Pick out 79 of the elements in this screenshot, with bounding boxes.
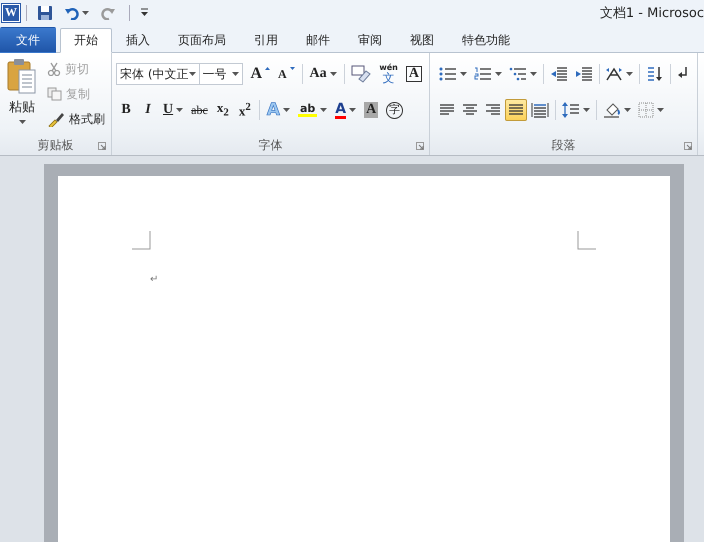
- border-grid-icon: [638, 102, 654, 118]
- paint-bucket-icon: [603, 102, 621, 118]
- eraser-icon: [351, 65, 372, 83]
- align-center-icon: [462, 104, 478, 116]
- grow-font-button[interactable]: A: [247, 63, 274, 85]
- caret-icon: [330, 72, 337, 76]
- ribbon-tab[interactable]: 引用: [240, 28, 292, 53]
- caret-icon: [188, 72, 196, 76]
- ribbon-tab[interactable]: 视图: [396, 28, 448, 53]
- clipboard-icon: [7, 58, 37, 94]
- ribbon-tab[interactable]: 开始: [60, 28, 112, 53]
- paste-button[interactable]: 粘贴: [2, 57, 42, 129]
- phonetic-guide-button[interactable]: wén 文: [376, 63, 401, 85]
- ribbon-tab[interactable]: 邮件: [292, 28, 344, 53]
- align-right-icon: [485, 104, 501, 116]
- paragraph-mark: ↵: [150, 274, 160, 285]
- caret-icon: [320, 108, 328, 112]
- numbered-list-icon: [474, 67, 492, 81]
- file-tab[interactable]: 文件: [0, 27, 56, 53]
- italic-button[interactable]: I: [138, 99, 158, 121]
- font-name-field[interactable]: 宋体 (中文正: [116, 63, 200, 85]
- change-case-button[interactable]: Aa: [306, 63, 340, 85]
- caret-icon: [282, 108, 290, 112]
- group-title: 字体: [258, 136, 282, 154]
- caret-icon: [495, 72, 502, 76]
- copy-pages-icon: [47, 87, 62, 101]
- paintbrush-icon: [47, 111, 65, 127]
- letter-spread-icon: [605, 67, 623, 81]
- dialog-launcher-icon: [416, 142, 424, 150]
- caret-icon: [624, 108, 631, 112]
- font-size-field[interactable]: 一号: [200, 63, 244, 85]
- align-left-icon: [439, 104, 455, 116]
- decrease-indent-icon: [550, 67, 568, 81]
- group-title: 段落: [552, 136, 576, 154]
- font-color-button[interactable]: A: [332, 99, 360, 121]
- corner-mark-icon: [577, 231, 596, 250]
- strikethrough-button[interactable]: abc: [188, 99, 211, 121]
- highlight-button[interactable]: ab: [294, 99, 330, 121]
- caret-icon: [530, 72, 537, 76]
- ribbon-tab[interactable]: 审阅: [344, 28, 396, 53]
- undo-icon: [65, 6, 79, 20]
- caret-icon: [82, 10, 89, 14]
- caret-icon: [460, 72, 467, 76]
- caret-icon: [232, 72, 240, 76]
- dialog-launcher-icon: [98, 142, 106, 150]
- ribbon-tab[interactable]: 插入: [112, 28, 164, 53]
- word-app-icon[interactable]: W: [2, 4, 20, 22]
- bullet-list-icon: [439, 67, 457, 81]
- caret-icon: [583, 108, 590, 112]
- caret-icon: [18, 120, 26, 124]
- ribbon-tab[interactable]: 页面布局: [164, 28, 240, 53]
- sort-arrow-icon: [646, 66, 664, 82]
- justify-button[interactable]: [505, 99, 527, 121]
- multilevel-list-icon: [509, 66, 527, 82]
- distribute-icon: [531, 102, 549, 118]
- superscript-button[interactable]: x$^{2}$: [234, 99, 255, 121]
- redo-icon: [101, 6, 115, 20]
- dialog-launcher-icon: [684, 142, 692, 150]
- underline-button[interactable]: U: [160, 99, 186, 121]
- document-page[interactable]: ↵: [58, 176, 670, 542]
- group-title: 剪贴板: [38, 136, 74, 154]
- caret-icon: [176, 108, 184, 112]
- bold-button[interactable]: B: [116, 99, 136, 121]
- line-spacing-icon: [562, 102, 580, 118]
- corner-mark-icon: [132, 231, 151, 250]
- increase-indent-icon: [574, 67, 592, 81]
- painter-button[interactable]: 格式刷: [46, 109, 106, 129]
- caret-icon: [626, 72, 633, 76]
- up-triangle-icon: [265, 67, 270, 70]
- customize-caret-icon: [140, 8, 149, 17]
- subscript-button[interactable]: x$_{2}$: [212, 99, 233, 121]
- window-title: 文档1 - Microsoc: [600, 4, 704, 22]
- scissors-icon: [47, 62, 61, 76]
- justify-icon: [508, 104, 524, 116]
- caret-icon: [657, 108, 664, 112]
- ribbon-tab[interactable]: 特色功能: [448, 28, 524, 53]
- shrink-font-button[interactable]: A: [275, 63, 298, 85]
- caret-icon: [349, 108, 356, 112]
- down-triangle-icon: [290, 67, 295, 70]
